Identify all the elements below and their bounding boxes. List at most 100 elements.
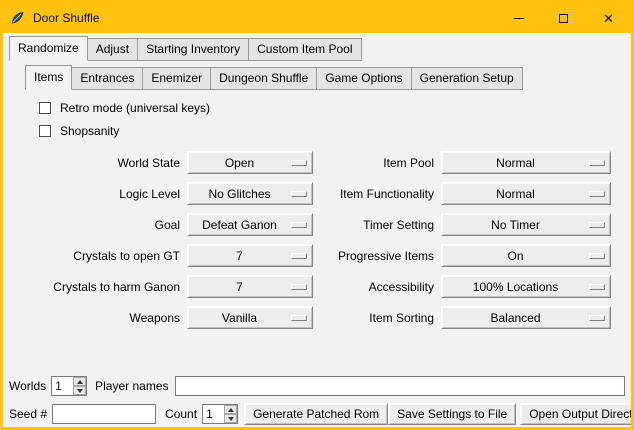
option-menu-indicator-icon <box>291 284 307 290</box>
option-menu-indicator-icon <box>589 253 605 259</box>
tab-game-options[interactable]: Game Options <box>316 67 411 90</box>
timer-setting-dropdown[interactable]: No Timer <box>441 213 611 236</box>
count-label: Count <box>165 407 197 421</box>
window-title: Door Shuffle <box>33 11 100 25</box>
setting-row: Logic Level No Glitches Item Functionali… <box>29 178 611 209</box>
world-state-value: Open <box>188 156 291 170</box>
accessibility-dropdown[interactable]: 100% Locations <box>441 275 611 298</box>
minimize-icon <box>514 18 524 19</box>
shopsanity-label: Shopsanity <box>60 124 119 138</box>
seed-input[interactable] <box>52 404 156 424</box>
option-menu-indicator-icon <box>291 253 307 259</box>
crystals-harm-ganon-label: Crystals to harm Ganon <box>29 280 187 294</box>
door-shuffle-window: Door Shuffle ✕ Randomize Adjust Starting… <box>0 0 634 430</box>
option-menu-indicator-icon <box>589 160 605 166</box>
app-icon <box>10 10 26 26</box>
item-functionality-value: Normal <box>442 187 589 201</box>
worlds-value: 1 <box>52 377 73 395</box>
weapons-label: Weapons <box>29 311 187 325</box>
item-pool-label: Item Pool <box>313 156 441 170</box>
arrow-down-icon <box>228 417 234 421</box>
timer-setting-label: Timer Setting <box>313 218 441 232</box>
minimize-button[interactable] <box>496 3 541 33</box>
arrow-up-icon <box>228 408 234 412</box>
window-controls: ✕ <box>496 3 631 33</box>
tab-dungeon-shuffle[interactable]: Dungeon Shuffle <box>210 67 317 90</box>
close-button[interactable]: ✕ <box>586 3 631 33</box>
item-pool-value: Normal <box>442 156 589 170</box>
generate-patched-rom-button[interactable]: Generate Patched Rom <box>244 403 388 425</box>
option-menu-indicator-icon <box>291 315 307 321</box>
retro-mode-label: Retro mode (universal keys) <box>60 101 210 115</box>
item-pool-dropdown[interactable]: Normal <box>441 151 611 174</box>
tab-custom-item-pool[interactable]: Custom Item Pool <box>248 38 361 61</box>
setting-row: World State Open Item Pool Normal <box>29 147 611 178</box>
progressive-items-dropdown[interactable]: On <box>441 244 611 267</box>
accessibility-value: 100% Locations <box>442 280 589 294</box>
item-sorting-label: Item Sorting <box>313 311 441 325</box>
progressive-items-value: On <box>442 249 589 263</box>
option-menu-indicator-icon <box>589 284 605 290</box>
item-sorting-dropdown[interactable]: Balanced <box>441 306 611 329</box>
primary-tabs: Randomize Adjust Starting Inventory Cust… <box>3 36 631 61</box>
count-spin-arrows <box>224 405 237 423</box>
arrow-down-icon <box>77 389 83 393</box>
seed-label: Seed # <box>9 407 47 421</box>
weapons-dropdown[interactable]: Vanilla <box>187 306 313 329</box>
crystals-open-gt-value: 7 <box>188 249 291 263</box>
count-spinbox[interactable]: 1 <box>202 404 238 424</box>
crystals-open-gt-label: Crystals to open GT <box>29 249 187 263</box>
maximize-button[interactable] <box>541 3 586 33</box>
maximize-icon <box>559 14 568 23</box>
worlds-spinbox[interactable]: 1 <box>51 376 87 396</box>
world-state-label: World State <box>29 156 187 170</box>
arrow-up-icon <box>77 380 83 384</box>
progressive-items-label: Progressive Items <box>313 249 441 263</box>
logic-level-label: Logic Level <box>29 187 187 201</box>
shopsanity-checkbox[interactable] <box>39 125 51 137</box>
world-state-dropdown[interactable]: Open <box>187 151 313 174</box>
option-menu-indicator-icon <box>291 160 307 166</box>
spin-up-button[interactable] <box>224 405 237 414</box>
setting-row: Crystals to open GT 7 Progressive Items … <box>29 240 611 271</box>
crystals-harm-ganon-dropdown[interactable]: 7 <box>187 275 313 298</box>
tab-adjust[interactable]: Adjust <box>87 38 138 61</box>
tab-items[interactable]: Items <box>25 65 72 90</box>
goal-dropdown[interactable]: Defeat Ganon <box>187 213 313 236</box>
goal-label: Goal <box>29 218 187 232</box>
tab-generation-setup[interactable]: Generation Setup <box>411 67 523 90</box>
setting-row: Crystals to harm Ganon 7 Accessibility 1… <box>29 271 611 302</box>
count-value: 1 <box>203 405 224 423</box>
worlds-label: Worlds <box>9 379 46 393</box>
option-menu-indicator-icon <box>589 191 605 197</box>
player-names-input[interactable] <box>175 376 626 396</box>
spin-down-button[interactable] <box>224 414 237 423</box>
retro-mode-checkbox[interactable] <box>39 102 51 114</box>
item-functionality-dropdown[interactable]: Normal <box>441 182 611 205</box>
weapons-value: Vanilla <box>188 311 291 325</box>
crystals-harm-ganon-value: 7 <box>188 280 291 294</box>
option-menu-indicator-icon <box>291 191 307 197</box>
tab-entrances[interactable]: Entrances <box>71 67 143 90</box>
tab-randomize[interactable]: Randomize <box>9 36 88 61</box>
open-output-directory-button[interactable]: Open Output Directory <box>520 403 634 425</box>
option-menu-indicator-icon <box>589 222 605 228</box>
setting-row: Weapons Vanilla Item Sorting Balanced <box>29 302 611 333</box>
bottom-bar: Worlds 1 Player names Seed # Count 1 <box>9 375 625 425</box>
client-area: Randomize Adjust Starting Inventory Cust… <box>3 36 631 430</box>
titlebar: Door Shuffle ✕ <box>3 3 631 33</box>
setting-row: Goal Defeat Ganon Timer Setting No Timer <box>29 209 611 240</box>
crystals-open-gt-dropdown[interactable]: 7 <box>187 244 313 267</box>
option-menu-indicator-icon <box>589 315 605 321</box>
spin-down-button[interactable] <box>73 386 86 395</box>
seed-row: Seed # Count 1 Generate Patched Rom Save… <box>9 403 625 425</box>
settings-grid: World State Open Item Pool Normal Logic … <box>29 147 611 333</box>
tab-enemizer[interactable]: Enemizer <box>142 67 211 90</box>
retro-mode-row: Retro mode (universal keys) <box>39 96 611 119</box>
logic-level-dropdown[interactable]: No Glitches <box>187 182 313 205</box>
items-pane: Retro mode (universal keys) Shopsanity W… <box>29 96 611 333</box>
tab-starting-inventory[interactable]: Starting Inventory <box>137 38 249 61</box>
spin-up-button[interactable] <box>73 377 86 386</box>
secondary-tabs: Items Entrances Enemizer Dungeon Shuffle… <box>3 65 631 90</box>
save-settings-button[interactable]: Save Settings to File <box>388 403 516 425</box>
